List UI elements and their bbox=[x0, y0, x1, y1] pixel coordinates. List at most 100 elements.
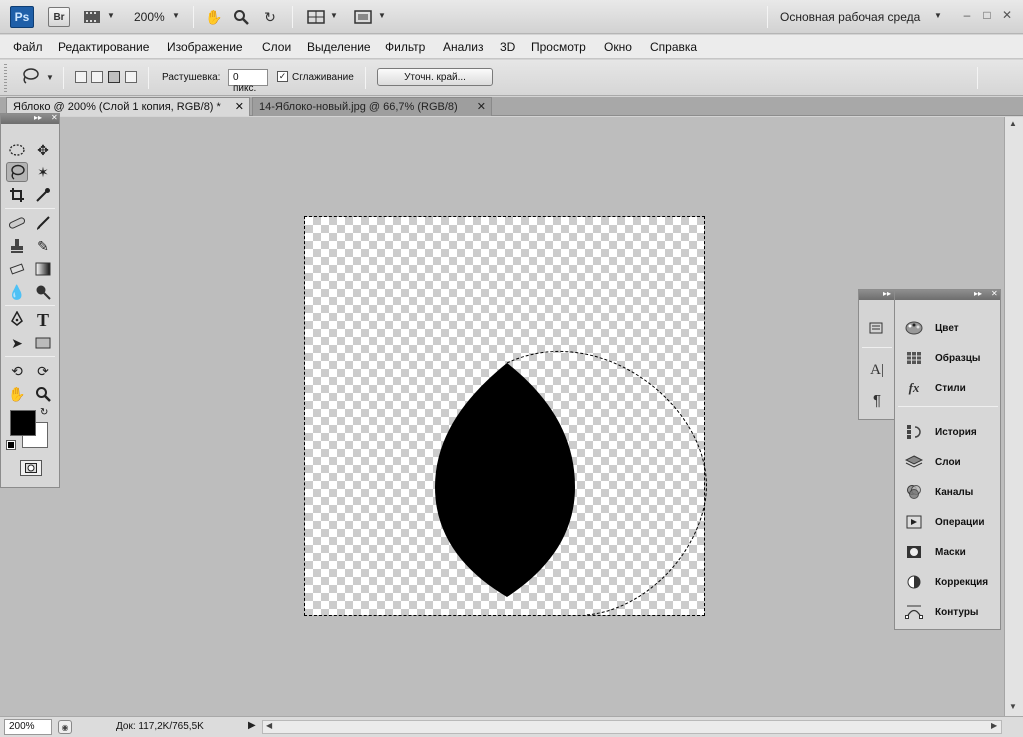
close-icon[interactable]: ✕ bbox=[477, 100, 486, 113]
panel-paths[interactable]: Контуры bbox=[899, 600, 999, 624]
eyedropper-icon[interactable] bbox=[32, 185, 54, 205]
subtract-selection-button[interactable] bbox=[108, 71, 120, 83]
lasso-preset-icon[interactable] bbox=[20, 67, 40, 85]
status-info-icon[interactable]: ◉ bbox=[58, 720, 72, 734]
panel-channels[interactable]: Каналы bbox=[899, 480, 999, 504]
brush-icon[interactable] bbox=[32, 213, 54, 233]
menu-view[interactable]: Просмотр bbox=[531, 40, 586, 54]
zoom-level[interactable]: 200% bbox=[134, 10, 165, 24]
tab-document-apple-new[interactable]: 14-Яблоко-новый.jpg @ 66,7% (RGB/8) ✕ bbox=[252, 97, 492, 116]
pen-icon[interactable] bbox=[6, 310, 28, 330]
menu-help[interactable]: Справка bbox=[650, 40, 697, 54]
close-icon[interactable]: ✕ bbox=[1000, 8, 1014, 22]
menu-edit[interactable]: Редактирование bbox=[58, 40, 149, 54]
intersect-selection-button[interactable] bbox=[125, 71, 137, 83]
rectangle-shape-icon[interactable] bbox=[32, 333, 54, 353]
quick-mask-button[interactable] bbox=[20, 460, 42, 476]
expand-icon[interactable]: ▸▸ bbox=[883, 289, 891, 298]
3d-rotate-icon[interactable]: ⟲ bbox=[6, 361, 28, 381]
menu-select[interactable]: Выделение bbox=[307, 40, 371, 54]
horizontal-scrollbar[interactable]: ◀ ▶ bbox=[262, 720, 1002, 734]
rotate-view-icon[interactable]: ↻ bbox=[260, 8, 280, 26]
scroll-left-icon[interactable]: ◀ bbox=[266, 721, 272, 730]
3d-orbit-icon[interactable]: ⟳ bbox=[32, 361, 54, 381]
close-icon[interactable]: ✕ bbox=[235, 100, 244, 113]
healing-brush-icon[interactable] bbox=[6, 213, 28, 233]
gradient-icon[interactable] bbox=[32, 259, 54, 279]
document-artwork[interactable] bbox=[305, 217, 707, 616]
maximize-icon[interactable]: □ bbox=[980, 8, 994, 22]
panel-color[interactable]: Цвет bbox=[899, 316, 999, 340]
scroll-down-icon[interactable]: ▼ bbox=[1009, 702, 1017, 711]
zoom-icon[interactable] bbox=[231, 8, 251, 26]
panel-label: Операции bbox=[935, 516, 985, 528]
chevron-down-icon[interactable]: ▼ bbox=[330, 11, 338, 20]
swap-colors-icon[interactable]: ↻ bbox=[40, 407, 48, 418]
blur-icon[interactable]: 💧 bbox=[6, 282, 28, 302]
chevron-down-icon[interactable]: ▼ bbox=[378, 11, 386, 20]
panel-adjustments[interactable]: Коррекция bbox=[899, 570, 999, 594]
menu-layers[interactable]: Слои bbox=[262, 40, 291, 54]
panel-swatches[interactable]: Образцы bbox=[899, 346, 999, 370]
vertical-scrollbar[interactable]: ▲ ▼ bbox=[1004, 117, 1023, 716]
panel-history[interactable]: История bbox=[899, 420, 999, 444]
refine-edge-button[interactable]: Уточн. край... bbox=[377, 68, 493, 86]
close-icon[interactable]: ✕ bbox=[51, 113, 58, 122]
screen-mode-icon[interactable] bbox=[353, 8, 373, 26]
panel-actions[interactable]: Операции bbox=[899, 510, 999, 534]
tool-presets-icon[interactable] bbox=[867, 318, 887, 338]
dodge-icon[interactable] bbox=[32, 282, 54, 302]
chevron-down-icon[interactable]: ▼ bbox=[172, 11, 180, 20]
options-grip[interactable] bbox=[4, 64, 7, 92]
foreground-color[interactable] bbox=[10, 410, 36, 436]
menu-filter[interactable]: Фильтр bbox=[385, 40, 425, 54]
status-zoom-field[interactable]: 200% bbox=[4, 719, 52, 735]
lasso-icon[interactable] bbox=[6, 162, 28, 182]
marquee-icon[interactable] bbox=[6, 140, 28, 160]
strip-header[interactable]: ▸▸ bbox=[859, 289, 894, 300]
panel-label: Цвет bbox=[935, 322, 959, 334]
type-icon[interactable]: T bbox=[32, 310, 54, 330]
workspace-switcher[interactable]: Основная рабочая среда bbox=[780, 10, 920, 24]
panel-masks[interactable]: Маски bbox=[899, 540, 999, 564]
status-menu-arrow-icon[interactable]: ▶ bbox=[248, 720, 256, 731]
chevron-down-icon[interactable]: ▼ bbox=[934, 11, 942, 20]
antialias-checkbox[interactable]: ✓ bbox=[277, 71, 288, 82]
add-selection-button[interactable] bbox=[91, 71, 103, 83]
character-icon[interactable]: A| bbox=[867, 360, 887, 380]
clone-stamp-icon[interactable] bbox=[6, 236, 28, 256]
path-selection-icon[interactable]: ➤ bbox=[6, 333, 28, 353]
crop-icon[interactable] bbox=[6, 185, 28, 205]
menu-image[interactable]: Изображение bbox=[167, 40, 243, 54]
history-brush-icon[interactable]: ✎ bbox=[32, 236, 54, 256]
bridge-button[interactable]: Br bbox=[48, 7, 70, 27]
menu-analysis[interactable]: Анализ bbox=[443, 40, 484, 54]
magic-wand-icon[interactable]: ✶ bbox=[32, 162, 54, 182]
close-icon[interactable]: ✕ bbox=[991, 289, 998, 298]
arrange-icon[interactable] bbox=[306, 8, 326, 26]
menu-window[interactable]: Окно bbox=[604, 40, 632, 54]
default-colors-icon[interactable] bbox=[6, 440, 16, 450]
chevron-down-icon[interactable]: ▼ bbox=[46, 73, 54, 82]
dock-header[interactable]: ▸▸ ✕ bbox=[895, 289, 1000, 300]
collapse-icon[interactable]: ▸▸ bbox=[34, 113, 42, 122]
collapse-icon[interactable]: ▸▸ bbox=[974, 289, 982, 298]
scroll-up-icon[interactable]: ▲ bbox=[1009, 119, 1017, 128]
new-selection-button[interactable] bbox=[75, 71, 87, 83]
paragraph-icon[interactable]: ¶ bbox=[867, 390, 887, 410]
scroll-right-icon[interactable]: ▶ bbox=[991, 721, 997, 730]
feather-input[interactable]: 0 пикс. bbox=[228, 69, 268, 94]
tools-panel-header[interactable]: ▸▸ ✕ bbox=[1, 113, 59, 124]
panel-layers[interactable]: Слои bbox=[899, 450, 999, 474]
panel-styles[interactable]: fx Стили bbox=[899, 376, 999, 400]
eraser-icon[interactable] bbox=[6, 259, 28, 279]
hand-icon[interactable]: ✋ bbox=[6, 384, 28, 404]
zoom-icon[interactable] bbox=[32, 384, 54, 404]
move-icon[interactable]: ✥ bbox=[32, 140, 54, 160]
menu-file[interactable]: Файл bbox=[13, 40, 43, 54]
chevron-down-icon[interactable]: ▼ bbox=[107, 11, 115, 20]
minimize-icon[interactable]: ‒ bbox=[960, 8, 974, 22]
hand-icon[interactable]: ✋ bbox=[204, 8, 224, 26]
menu-3d[interactable]: 3D bbox=[500, 40, 515, 54]
film-icon[interactable] bbox=[82, 8, 102, 26]
